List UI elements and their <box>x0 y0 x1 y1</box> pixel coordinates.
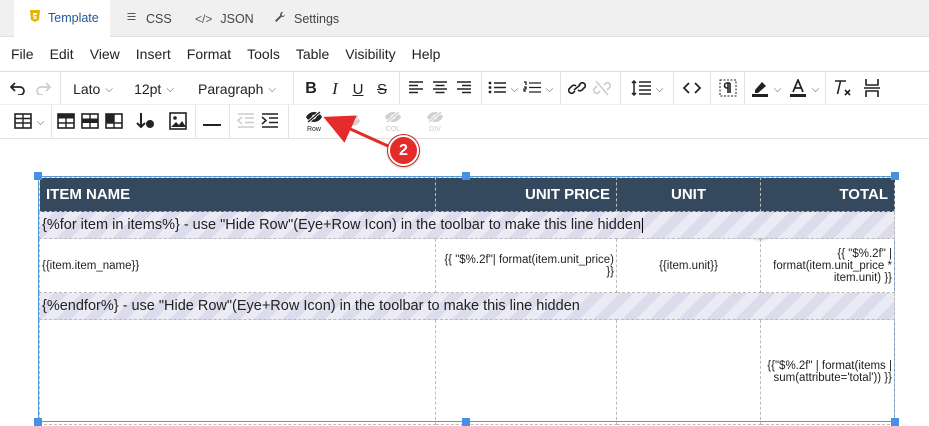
header-unit-price[interactable]: UNIT PRICE <box>435 177 617 212</box>
empty-cell[interactable] <box>39 319 436 425</box>
resize-handle[interactable] <box>34 172 42 180</box>
grand-total-row: {{"$%.2f" | format(items | sum(attribute… <box>39 319 895 425</box>
template-table-editor[interactable]: ITEM NAME UNIT PRICE UNIT TOTAL {%for it… <box>38 176 895 425</box>
cell-grand-total[interactable]: {{"$%.2f" | format(items | sum(attribute… <box>760 319 895 425</box>
cell-unit-price[interactable]: {{ "$%.2f"| format(item.unit_price) }} <box>435 238 617 293</box>
loop-start-row: {%for item in items%} - use "Hide Row"(E… <box>39 211 895 239</box>
resize-handle[interactable] <box>891 418 899 426</box>
cell-item-name[interactable]: {{item.item_name}} <box>39 238 436 293</box>
header-item-name[interactable]: ITEM NAME <box>39 177 436 212</box>
loop-start-cell[interactable]: {%for item in items%} - use "Hide Row"(E… <box>39 211 895 239</box>
header-unit[interactable]: UNIT <box>616 177 761 212</box>
table-header-row: ITEM NAME UNIT PRICE UNIT TOTAL <box>39 177 895 212</box>
template-table: ITEM NAME UNIT PRICE UNIT TOTAL {%for it… <box>39 177 895 425</box>
resize-handle[interactable] <box>462 172 470 180</box>
resize-handle[interactable] <box>891 172 899 180</box>
cell-unit[interactable]: {{item.unit}} <box>616 238 761 293</box>
loop-start-text: {%for item in items%} - use "Hide Row"(E… <box>42 217 642 233</box>
callout-2: 2 <box>388 135 419 166</box>
text-cursor <box>642 217 644 233</box>
table-row: {{item.item_name}} {{ "$%.2f"| format(it… <box>39 238 895 293</box>
resize-handle[interactable] <box>34 418 42 426</box>
loop-end-cell[interactable]: {%endfor%} - use "Hide Row"(Eye+Row Icon… <box>39 292 895 320</box>
cell-total[interactable]: {{ "$%.2f" | format(item.unit_price * it… <box>760 238 895 293</box>
empty-cell[interactable] <box>435 319 617 425</box>
empty-cell[interactable] <box>616 319 761 425</box>
header-total[interactable]: TOTAL <box>760 177 895 212</box>
loop-end-row: {%endfor%} - use "Hide Row"(Eye+Row Icon… <box>39 292 895 320</box>
resize-handle[interactable] <box>462 418 470 426</box>
